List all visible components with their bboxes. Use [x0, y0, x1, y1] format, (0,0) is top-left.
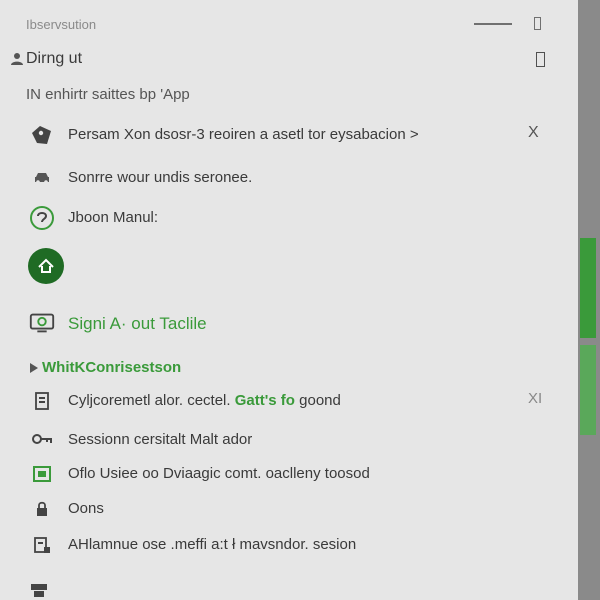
tag-icon — [28, 122, 56, 148]
section-heading: WhitKConrisestson — [30, 359, 181, 376]
account-row[interactable]: Dirng ut — [10, 48, 550, 72]
window-title: Ibservsution — [26, 17, 97, 32]
minimize-icon[interactable] — [474, 23, 512, 25]
list-item-manual[interactable]: Jboon Manul: — [0, 201, 578, 235]
section-heading-label: WhitKConrisestson — [42, 359, 182, 376]
scrollbar-highlight — [580, 345, 596, 435]
list-item-options[interactable]: Oons — [0, 492, 578, 526]
monitor-icon — [28, 461, 56, 487]
expand-arrow-icon[interactable] — [30, 363, 38, 374]
list-item-permission[interactable]: Persam Xon dsosr-3 reoiren a asetl tor e… — [0, 118, 578, 152]
help-icon — [28, 205, 56, 231]
item-label: Sonrre wour undis seronee. — [68, 169, 253, 186]
title-bar: Ibservsution — [0, 10, 578, 40]
list-item-service[interactable]: Sonrre wour undis seronee. — [0, 161, 578, 195]
item-label: Oons — [68, 500, 104, 517]
account-label: Dirng ut — [26, 50, 83, 67]
lock-icon — [28, 496, 56, 522]
settings-panel: Ibservsution Dirng ut IN enhirtr saittes… — [0, 0, 578, 600]
close-icon[interactable]: X — [528, 124, 539, 142]
user-icon — [11, 53, 23, 65]
car-icon — [28, 165, 56, 191]
list-item-maintenance[interactable]: AHlamnue ose .meffi a:t ł mavsndor. sesi… — [0, 528, 578, 562]
scrollbar-thumb[interactable] — [580, 238, 596, 338]
list-item-session[interactable]: Sessionn cersitalt Malt ador — [0, 423, 578, 457]
home-button[interactable] — [28, 248, 64, 284]
close-icon[interactable]: XI — [528, 390, 542, 407]
item-label: Sessionn cersitalt Malt ador — [68, 431, 253, 448]
list-item-sign-out[interactable]: Signi A· out Taclile — [0, 306, 578, 340]
display-icon — [28, 310, 56, 336]
document-icon — [28, 388, 56, 414]
item-label: Cyljcoremetl alor. cectel. Gatt's fo goo… — [68, 392, 341, 409]
item-label: Signi A· out Taclile — [68, 314, 207, 333]
list-item-diagnostic[interactable]: Oflo Usiee oo Dviaagic comt. oaclleny to… — [0, 457, 578, 491]
maximize-icon[interactable] — [534, 17, 541, 30]
item-label: AHlamnue ose .meffi a:t ł mavsndor. sesi… — [68, 536, 357, 553]
more-icon[interactable] — [536, 52, 545, 67]
home-icon — [38, 258, 54, 273]
report-icon — [28, 532, 56, 558]
item-label: Oflo Usiee oo Dviaagic comt. oaclleny to… — [68, 465, 370, 482]
subheading: IN enhirtr saittes bp 'App — [26, 86, 190, 103]
item-label: Jboon Manul: — [68, 209, 159, 226]
item-label: Persam Xon dsosr-3 reoiren a asetl tor e… — [68, 126, 419, 143]
list-item-control[interactable]: Cyljcoremetl alor. cectel. Gatt's fo goo… — [0, 384, 578, 418]
key-icon — [28, 427, 56, 453]
settings-icon[interactable] — [28, 580, 50, 600]
